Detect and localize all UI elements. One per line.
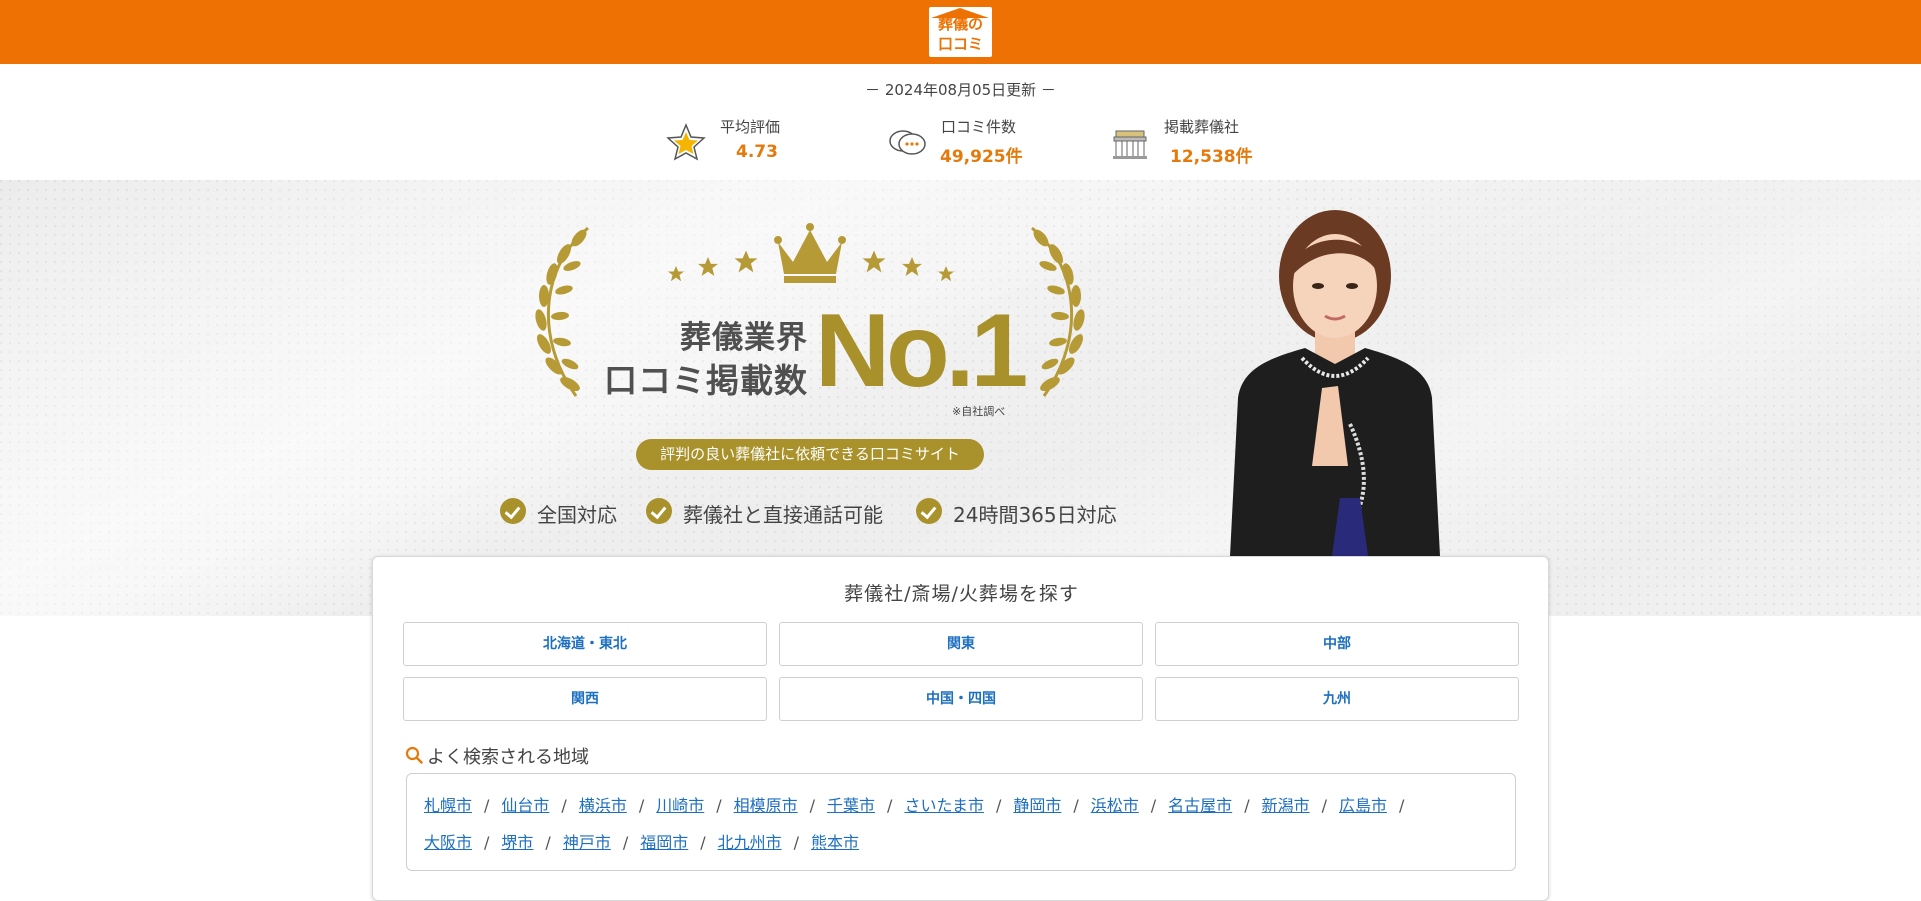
laurel-right-icon (1031, 226, 1085, 397)
city-link[interactable]: 熊本市 (811, 833, 859, 852)
search-panel-title: 葬儀社/斎場/火葬場を探す (844, 583, 1079, 605)
stat-value: 12,538件 (1170, 147, 1253, 167)
region-button-chubu[interactable]: 中部 (1155, 622, 1519, 666)
check-icon (500, 498, 526, 524)
check-icon (916, 498, 942, 524)
link-separator: / (561, 796, 567, 815)
feature-label: 24時間365日対応 (953, 503, 1117, 527)
search-icon (405, 746, 423, 764)
stat-label: 口コミ件数 (941, 118, 1017, 136)
rating-stars-icon (668, 250, 954, 282)
hero-tagline: 評判の良い葬儀社に依頼できる口コミサイト (636, 439, 984, 470)
link-separator: / (793, 833, 800, 852)
city-link[interactable]: 横浜市 (579, 796, 627, 815)
top-header: 葬儀の 口コミ (0, 0, 1921, 64)
city-link[interactable]: 大阪市 (424, 833, 472, 852)
laurel-left-icon (535, 226, 589, 397)
feature-label: 葬儀社と直接通話可能 (683, 503, 883, 527)
link-separator: / (484, 833, 490, 852)
stat-value: 49,925件 (940, 147, 1023, 167)
city-link[interactable]: 福岡市 (640, 833, 688, 852)
hero-headline-line1: 葬儀業界 (680, 320, 808, 356)
stat-value: 4.73 (736, 142, 778, 162)
city-link[interactable]: 浜松市 (1091, 796, 1139, 815)
city-link[interactable]: 神戸市 (563, 833, 611, 852)
link-separator: / (1244, 796, 1250, 815)
city-links-row: 大阪市 / 堺市 / 神戸市 / 福岡市 / 北九州市 / 熊本市 (424, 829, 859, 853)
city-link[interactable]: 千葉市 (827, 796, 875, 815)
stat-label: 平均評価 (720, 118, 781, 136)
city-link[interactable]: 相模原市 (734, 796, 798, 815)
region-button-chugoku-shikoku[interactable]: 中国・四国 (779, 677, 1143, 721)
chat-bubbles-icon (889, 130, 926, 155)
region-button-kyushu[interactable]: 九州 (1155, 677, 1519, 721)
region-button-kanto[interactable]: 関東 (779, 622, 1143, 666)
hero-rank: No.1 (815, 293, 1028, 409)
city-links-row: 札幌市 / 仙台市 / 横浜市 / 川崎市 / 相模原市 / 千葉市 / さいたま市 / 静岡市 / 浜松市 / 名… (424, 792, 1416, 816)
logo-text-top: 葬儀の (937, 15, 983, 33)
city-link[interactable]: 堺市 (501, 833, 533, 852)
link-separator: / (1150, 796, 1157, 815)
city-link[interactable]: 静岡市 (1013, 796, 1061, 815)
site-logo[interactable]: 葬儀の 口コミ (929, 7, 992, 57)
popular-cities-box: 札幌市 / 仙台市 / 横浜市 / 川崎市 / 相模原市 / 千葉市 / さいたま市 / 静岡市 / 浜松市 / 名… (406, 773, 1516, 871)
region-button-hokkaido-tohoku[interactable]: 北海道・東北 (403, 622, 767, 666)
search-panel: 葬儀社/斎場/火葬場を探す 北海道・東北 関東 中部 関西 中国・四国 九州 よ… (372, 556, 1549, 901)
feature-label: 全国対応 (537, 503, 617, 527)
link-separator: / (995, 796, 1002, 815)
staff-photo (1230, 210, 1440, 556)
funeral-hall-icon (1113, 130, 1147, 159)
updated-date: － 2024年08月05日更新 － (865, 81, 1056, 99)
link-separator: / (700, 833, 706, 852)
link-separator: / (716, 796, 722, 815)
city-link[interactable]: 札幌市 (424, 796, 472, 815)
city-link[interactable]: 新潟市 (1262, 796, 1310, 815)
link-separator: / (1073, 796, 1079, 815)
link-separator: / (809, 796, 816, 815)
link-separator: / (484, 796, 490, 815)
hero-headline-line2: 口コミ掲載数 (604, 361, 808, 400)
popular-areas-label: よく検索される地域 (427, 747, 589, 768)
link-separator: / (887, 796, 893, 815)
city-link[interactable]: 北九州市 (718, 833, 782, 852)
city-link[interactable]: 川崎市 (656, 796, 704, 815)
logo-text-bottom: 口コミ (937, 35, 983, 53)
link-separator: / (622, 833, 629, 852)
city-link[interactable]: さいたま市 (904, 796, 984, 815)
region-button-kansai[interactable]: 関西 (403, 677, 767, 721)
link-separator: / (1399, 796, 1405, 815)
star-icon (666, 123, 706, 161)
city-link[interactable]: 仙台市 (501, 796, 549, 815)
check-icon (646, 498, 672, 524)
link-separator: / (545, 833, 551, 852)
link-separator: / (638, 796, 645, 815)
stat-label: 掲載葬儀社 (1164, 118, 1240, 136)
hero-note: ※自社調べ (952, 405, 1006, 418)
city-link[interactable]: 名古屋市 (1168, 796, 1232, 815)
city-link[interactable]: 広島市 (1339, 796, 1387, 815)
link-separator: / (1321, 796, 1327, 815)
